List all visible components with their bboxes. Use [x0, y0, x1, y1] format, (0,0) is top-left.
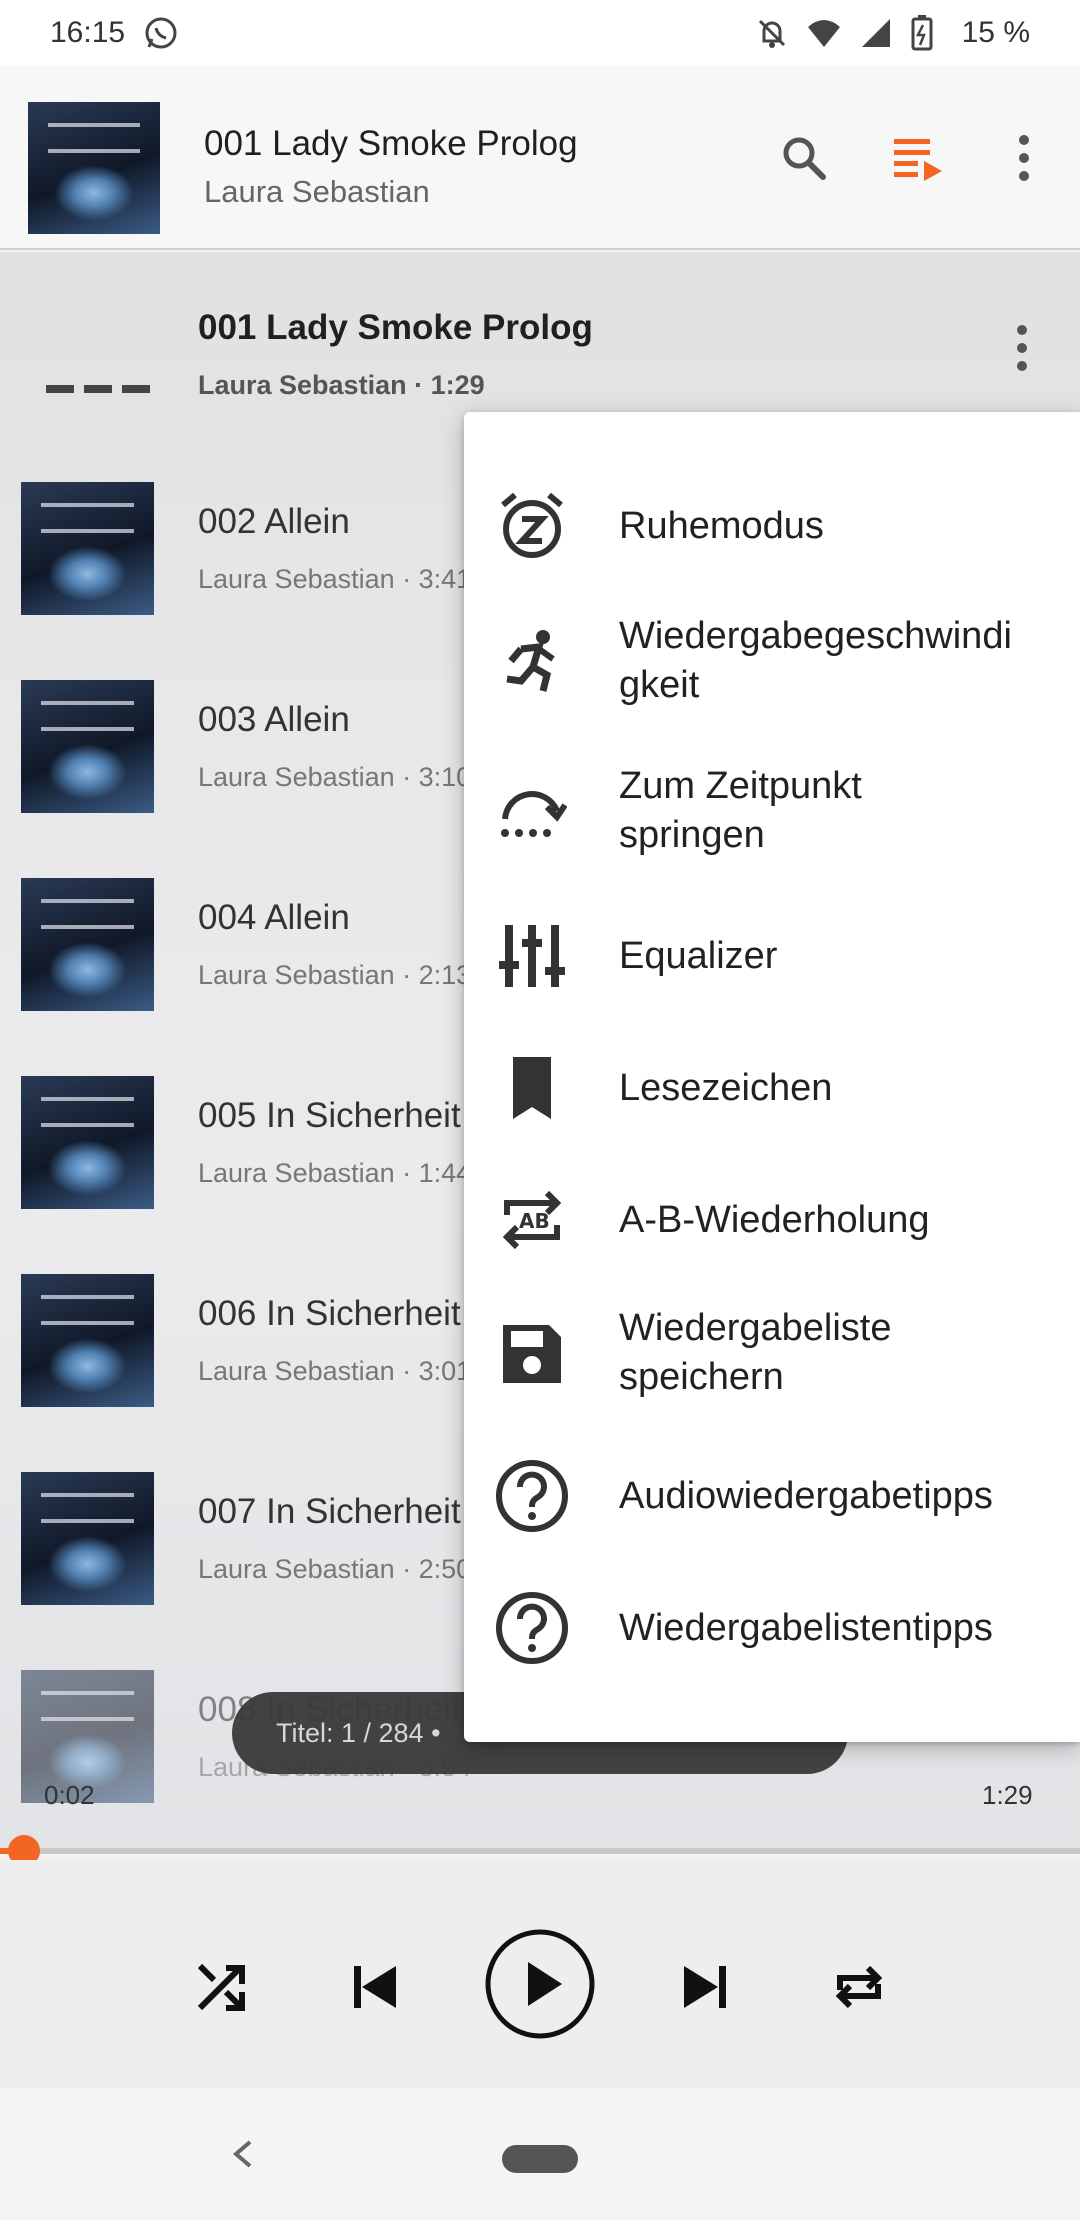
- menu-item-audio-tips[interactable]: Audiowiedergabetipps: [464, 1430, 1080, 1562]
- running-person-icon: [494, 624, 570, 700]
- track-subtitle: Laura Sebastian · 2:13: [198, 960, 472, 990]
- back-icon: [222, 2140, 262, 2188]
- back-button[interactable]: [222, 2124, 262, 2184]
- menu-item-playback-speed[interactable]: Wiedergabegeschwindi gkeit: [464, 592, 1080, 732]
- track-cover: [21, 1472, 154, 1605]
- menu-item-label: A-B-Wiederholung: [619, 1199, 930, 1241]
- menu-item-label: Wiedergabeliste speichern: [619, 1307, 892, 1398]
- play-icon: [484, 1928, 596, 2045]
- repeat-icon: [832, 1960, 886, 2019]
- previous-button[interactable]: [342, 1956, 408, 2022]
- status-time: 16:15: [50, 16, 126, 49]
- snackbar-text: Titel: 1 / 284 •: [276, 1717, 441, 1748]
- album-cover[interactable]: [28, 102, 160, 234]
- ab-repeat-icon: AB: [494, 1182, 570, 1258]
- battery-icon: [910, 15, 946, 51]
- menu-item-label: Ruhemodus: [619, 505, 824, 547]
- save-icon: [494, 1316, 570, 1392]
- menu-item-label: Wiedergabegeschwindi gkeit: [619, 615, 1012, 706]
- search-button[interactable]: [774, 130, 834, 190]
- svg-text:AB: AB: [519, 1209, 550, 1233]
- shuffle-icon: [194, 1960, 248, 2019]
- mute-icon: [754, 15, 790, 51]
- track-title: 001 Lady Smoke Prolog: [198, 308, 593, 347]
- signal-icon: [858, 15, 894, 51]
- shuffle-button[interactable]: [188, 1956, 254, 2022]
- help-icon: [494, 1590, 570, 1666]
- more-icon: [1018, 134, 1030, 187]
- overflow-menu-button[interactable]: [994, 130, 1054, 190]
- track-subtitle: Laura Sebastian · 3:10: [198, 762, 472, 792]
- seek-bar[interactable]: [0, 1835, 1080, 1867]
- next-button[interactable]: [672, 1956, 738, 2022]
- now-playing-header: 001 Lady Smoke Prolog Laura Sebastian: [0, 66, 1080, 250]
- jump-to-time-icon: [494, 774, 570, 850]
- track-cover: [21, 878, 154, 1011]
- menu-item-playlist-tips[interactable]: Wiedergabelistentipps: [464, 1562, 1080, 1694]
- home-button[interactable]: [502, 2145, 578, 2173]
- whatsapp-icon: [143, 15, 179, 51]
- skip-next-icon: [678, 1960, 732, 2019]
- menu-item-sleep-timer[interactable]: Ruhemodus: [464, 460, 1080, 592]
- track-title: 002 Allein: [198, 502, 350, 541]
- now-playing-indicator: [46, 385, 150, 393]
- track-subtitle: Laura Sebastian · 1:29: [198, 370, 485, 400]
- menu-item-label: Zum Zeitpunkt springen: [619, 765, 862, 856]
- skip-previous-icon: [348, 1960, 402, 2019]
- header-title: 001 Lady Smoke Prolog: [204, 124, 578, 163]
- track-title: 003 Allein: [198, 700, 350, 739]
- menu-item-equalizer[interactable]: Equalizer: [464, 890, 1080, 1022]
- status-bar: 16:15 15 %: [0, 0, 1080, 66]
- wifi-icon: [806, 15, 842, 51]
- menu-item-jump-to-time[interactable]: Zum Zeitpunkt springen: [464, 742, 1080, 882]
- track-subtitle: Laura Sebastian · 3:01: [198, 1356, 472, 1386]
- queue-button[interactable]: [888, 130, 948, 190]
- track-title: 006 In Sicherheit: [198, 1294, 461, 1333]
- battery-level: 15 %: [961, 16, 1030, 49]
- track-cover: [21, 482, 154, 615]
- track-subtitle: Laura Sebastian · 3:41: [198, 564, 472, 594]
- player-controls: [0, 1860, 1080, 2088]
- equalizer-icon: [494, 918, 570, 994]
- system-navigation-bar: [0, 2088, 1080, 2220]
- repeat-button[interactable]: [826, 1956, 892, 2022]
- track-title: 007 In Sicherheit: [198, 1492, 461, 1531]
- track-subtitle: Laura Sebastian · 2:50: [198, 1554, 472, 1584]
- total-time: 1:29: [982, 1780, 1033, 1810]
- bookmark-icon: [494, 1050, 570, 1126]
- elapsed-time: 0:02: [44, 1780, 95, 1810]
- menu-item-save-playlist[interactable]: Wiedergabeliste speichern: [464, 1284, 1080, 1424]
- track-cover: [21, 1076, 154, 1209]
- header-artist: Laura Sebastian: [204, 174, 430, 209]
- menu-item-label: Audiowiedergabetipps: [619, 1475, 993, 1517]
- menu-item-bookmarks[interactable]: Lesezeichen: [464, 1022, 1080, 1154]
- menu-item-ab-repeat[interactable]: AB A-B-Wiederholung: [464, 1154, 1080, 1286]
- menu-item-label: Lesezeichen: [619, 1067, 833, 1109]
- play-button[interactable]: [484, 1928, 596, 2045]
- track-title: 005 In Sicherheit: [198, 1096, 461, 1135]
- menu-item-label: Equalizer: [619, 935, 778, 977]
- track-title: 004 Allein: [198, 898, 350, 937]
- track-cover: [21, 680, 154, 813]
- track-more-button[interactable]: [1016, 324, 1040, 384]
- queue-icon: [892, 133, 944, 188]
- search-icon: [779, 133, 829, 188]
- more-icon: [1016, 325, 1028, 376]
- track-subtitle: Laura Sebastian · 1:44: [198, 1158, 472, 1188]
- track-cover: [21, 1274, 154, 1407]
- help-icon: [494, 1458, 570, 1534]
- sleep-timer-icon: [494, 488, 570, 564]
- overflow-menu: Ruhemodus Wiedergabegeschwindi gkeit Zum …: [464, 412, 1080, 1742]
- menu-item-label: Wiedergabelistentipps: [619, 1607, 993, 1649]
